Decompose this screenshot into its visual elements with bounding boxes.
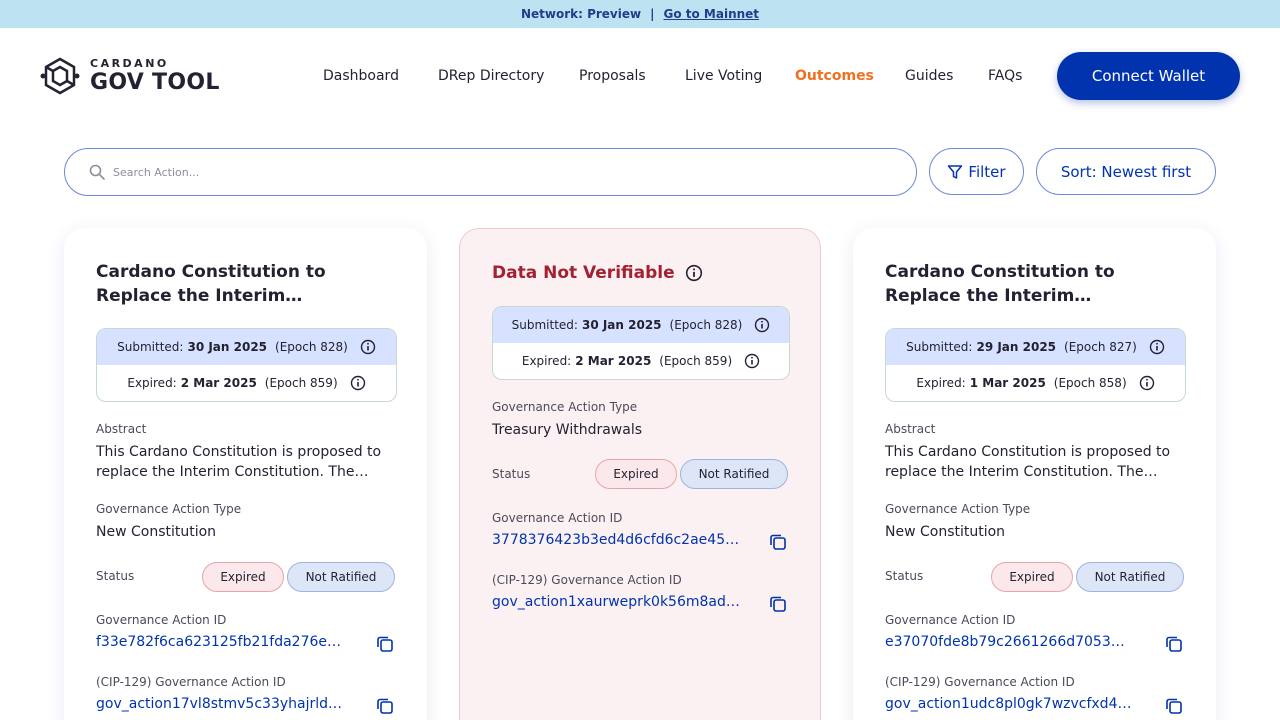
status-badge-expired: Expired [595, 459, 677, 489]
expired-label: Expired: [916, 376, 966, 390]
card-title: Cardano Constitution to Replace the Inte… [96, 262, 326, 306]
submitted-row: Submitted: 30 Jan 2025 (Epoch 828) [493, 307, 789, 343]
network-label: Network: Preview [520, 7, 642, 21]
expired-date: 2 Mar 2025 [180, 376, 257, 390]
submitted-date: 30 Jan 2025 [187, 340, 268, 354]
submitted-epoch: (Epoch 828) [275, 340, 348, 354]
dates-box: Submitted: 29 Jan 2025 (Epoch 827) Expir… [885, 328, 1186, 402]
card-title: Data Not Verifiable [492, 263, 675, 283]
type-label: Governance Action Type [492, 400, 638, 414]
expired-label: Expired: [127, 376, 177, 390]
nav-live-voting[interactable]: Live Voting [685, 68, 762, 84]
submitted-row: Submitted: 29 Jan 2025 (Epoch 827) [886, 329, 1185, 365]
card-title: Cardano Constitution to Replace the Inte… [885, 262, 1115, 306]
status-label: Status [492, 467, 531, 481]
filter-icon [948, 164, 963, 179]
go-to-mainnet-link[interactable]: Go to Mainnet [663, 7, 759, 21]
info-icon[interactable] [744, 353, 760, 369]
expired-row: Expired: 1 Mar 2025 (Epoch 858) [886, 365, 1185, 401]
banner-separator: | [650, 7, 655, 21]
info-icon[interactable] [1149, 339, 1165, 355]
status-badge-expired: Expired [202, 562, 284, 592]
submitted-epoch: (Epoch 828) [669, 318, 743, 332]
type-value: New Constitution [885, 524, 1006, 540]
type-value: Treasury Withdrawals [492, 422, 643, 438]
nav-faqs[interactable]: FAQs [988, 68, 1022, 84]
dates-box: Submitted: 30 Jan 2025 (Epoch 828) Expir… [492, 306, 790, 380]
submitted-label: Submitted: [906, 340, 973, 354]
abstract-label: Abstract [885, 422, 936, 436]
status-label: Status [96, 569, 135, 583]
copy-icon[interactable] [768, 594, 788, 614]
nav-outcomes[interactable]: Outcomes [795, 68, 874, 84]
search-bar[interactable] [64, 148, 917, 196]
status-badge-expired: Expired [991, 562, 1073, 592]
abstract-text: This Cardano Constitution is proposed to… [885, 444, 1171, 480]
copy-icon[interactable] [1164, 696, 1184, 716]
connect-wallet-button[interactable]: Connect Wallet [1057, 52, 1240, 100]
cip129-id-link[interactable]: gov_action1xaurweprk0k56m8ads… [492, 594, 740, 610]
network-banner: Network: Preview | Go to Mainnet [0, 0, 1280, 28]
action-id-label: Governance Action ID [96, 613, 227, 627]
submitted-row: Submitted: 30 Jan 2025 (Epoch 828) [97, 329, 396, 365]
abstract-text: This Cardano Constitution is proposed to… [96, 444, 382, 480]
cip129-id-link[interactable]: gov_action17vl8stmv5c33yhajrldz… [96, 696, 344, 712]
cip129-label: (CIP-129) Governance Action ID [885, 675, 1075, 689]
copy-icon[interactable] [375, 696, 395, 716]
search-icon [89, 164, 105, 180]
cip129-label: (CIP-129) Governance Action ID [492, 573, 682, 587]
submitted-label: Submitted: [511, 318, 578, 332]
search-input[interactable] [113, 165, 813, 179]
filter-label: Filter [968, 162, 1006, 181]
expired-epoch: (Epoch 859) [659, 354, 733, 368]
cip129-id-link[interactable]: gov_action1udc8pl0gk7wzvcfxd4c… [885, 696, 1133, 712]
abstract-label: Abstract [96, 422, 147, 436]
submitted-date: 30 Jan 2025 [581, 318, 662, 332]
action-id-link[interactable]: 3778376423b3ed4d6cfd6c2ae45… [492, 532, 740, 548]
action-id-link[interactable]: e37070fde8b79c2661266d70534b1… [885, 634, 1133, 650]
expired-date: 1 Mar 2025 [969, 376, 1046, 390]
expired-row: Expired: 2 Mar 2025 (Epoch 859) [97, 365, 396, 401]
sort-button[interactable]: Sort: Newest first [1036, 148, 1216, 195]
info-icon[interactable] [350, 375, 366, 391]
governance-action-card: Cardano Constitution to Replace the Inte… [853, 228, 1216, 720]
submitted-epoch: (Epoch 827) [1064, 340, 1137, 354]
copy-icon[interactable] [375, 634, 395, 654]
nav-guides[interactable]: Guides [905, 68, 953, 84]
action-id-label: Governance Action ID [492, 511, 623, 525]
expired-row: Expired: 2 Mar 2025 (Epoch 859) [493, 343, 789, 379]
status-label: Status [885, 569, 924, 583]
nav-drep-directory[interactable]: DRep Directory [438, 68, 544, 84]
governance-action-card: Cardano Constitution to Replace the Inte… [64, 228, 427, 720]
info-icon[interactable] [685, 264, 703, 282]
status-badge-not-ratified: Not Ratified [680, 459, 788, 489]
info-icon[interactable] [754, 317, 770, 333]
dates-box: Submitted: 30 Jan 2025 (Epoch 828) Expir… [96, 328, 397, 402]
expired-label: Expired: [521, 354, 572, 368]
cip129-label: (CIP-129) Governance Action ID [96, 675, 286, 689]
type-label: Governance Action Type [96, 502, 242, 516]
submitted-label: Submitted: [117, 340, 184, 354]
status-badge-not-ratified: Not Ratified [1076, 562, 1184, 592]
action-id-link[interactable]: f33e782f6ca623125fb21fda276e5a… [96, 634, 344, 650]
action-id-label: Governance Action ID [885, 613, 1016, 627]
info-icon[interactable] [360, 339, 376, 355]
data-not-verifiable-title: Data Not Verifiable [492, 261, 703, 285]
submitted-date: 29 Jan 2025 [976, 340, 1057, 354]
nav-dashboard[interactable]: Dashboard [323, 68, 399, 84]
header: CARDANO GOV TOOL Dashboard DRep Director… [0, 28, 1280, 124]
copy-icon[interactable] [768, 532, 788, 552]
status-badge-not-ratified: Not Ratified [287, 562, 395, 592]
copy-icon[interactable] [1164, 634, 1184, 654]
info-icon[interactable] [1139, 375, 1155, 391]
expired-epoch: (Epoch 859) [264, 376, 338, 390]
type-label: Governance Action Type [885, 502, 1031, 516]
governance-action-card-unverified: Data Not Verifiable Submitted: 30 Jan 20… [459, 228, 821, 720]
filter-button[interactable]: Filter [929, 148, 1024, 195]
expired-date: 2 Mar 2025 [575, 354, 652, 368]
nav-proposals[interactable]: Proposals [579, 68, 646, 84]
type-value: New Constitution [96, 524, 217, 540]
expired-epoch: (Epoch 858) [1053, 376, 1127, 390]
